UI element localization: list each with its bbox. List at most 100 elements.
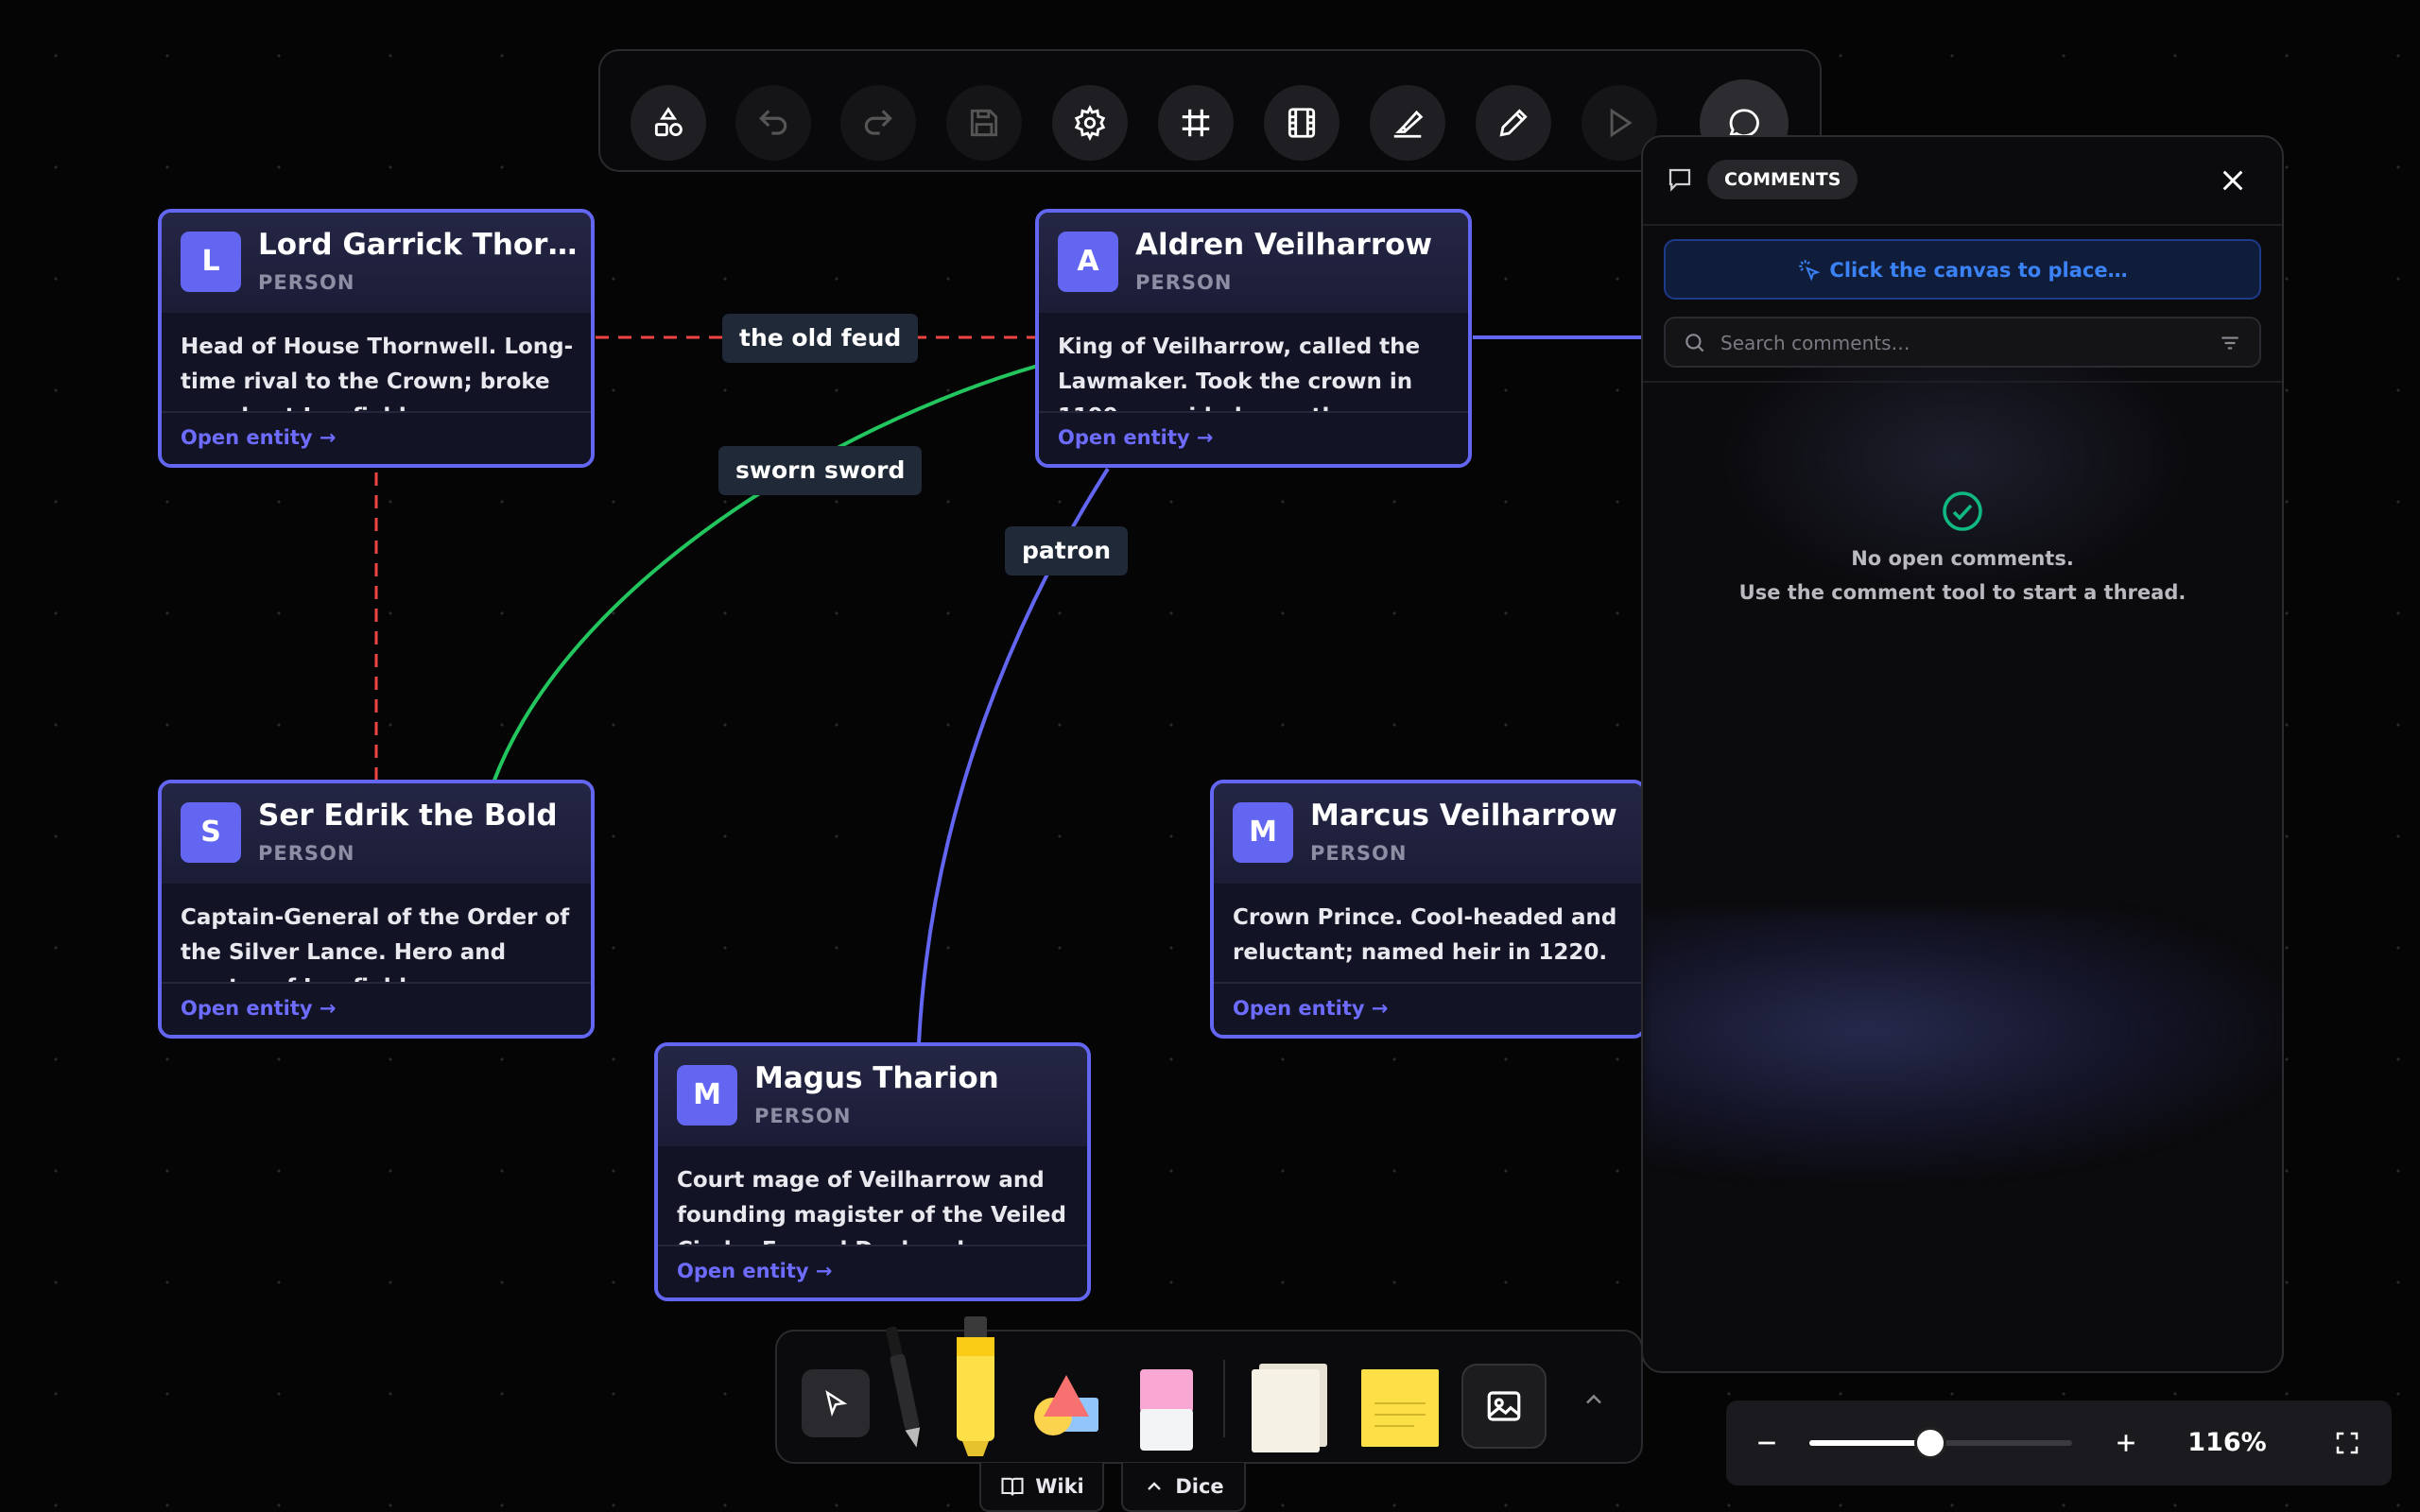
play-icon xyxy=(1610,108,1633,138)
save-button[interactable] xyxy=(946,85,1022,161)
cursor-arrow-icon xyxy=(825,1390,848,1417)
zoom-slider-handle[interactable] xyxy=(1914,1427,1947,1459)
comments-title: COMMENTS xyxy=(1707,160,1858,199)
highlighter-icon xyxy=(1393,110,1424,138)
edge-label-old-feud[interactable]: the old feud xyxy=(722,314,919,363)
bottom-toolbar xyxy=(775,1316,1643,1464)
card-header: L Lord Garrick Thorn… PERSON xyxy=(162,213,591,313)
entity-avatar: L xyxy=(181,232,241,292)
chevron-up-icon xyxy=(1148,1482,1162,1490)
entity-name: Lord Garrick Thorn… xyxy=(258,228,579,262)
select-tool-button[interactable] xyxy=(802,1369,870,1437)
entity-card-lord-garrick[interactable]: L Lord Garrick Thorn… PERSON Head of Hou… xyxy=(158,209,595,468)
film-tool-button[interactable] xyxy=(1264,85,1340,161)
undo-icon xyxy=(759,110,787,135)
open-entity-link[interactable]: Open entity → xyxy=(162,411,591,464)
entity-description: Court mage of Veilharrow and founding ma… xyxy=(677,1168,1066,1258)
frame-tool-button[interactable] xyxy=(1158,85,1234,161)
undo-button[interactable] xyxy=(735,85,811,161)
toolbar-divider xyxy=(1223,1360,1225,1437)
search-comments-input[interactable] xyxy=(1719,318,2195,368)
empty-state-title: No open comments. xyxy=(1851,547,2074,570)
zoom-controls: 116% xyxy=(1726,1400,2392,1486)
entity-type: PERSON xyxy=(754,1105,852,1127)
sticky-note-icon[interactable] xyxy=(1357,1366,1443,1451)
entity-card-magus-tharion[interactable]: M Magus Tharion PERSON Court mage of Vei… xyxy=(654,1042,1091,1301)
entity-type: PERSON xyxy=(258,271,355,294)
divider xyxy=(1643,381,2282,383)
place-comment-text: Click the canvas to place… xyxy=(1829,259,2128,282)
redo-button[interactable] xyxy=(840,85,916,161)
dice-tab[interactable]: Dice xyxy=(1121,1463,1246,1512)
film-icon xyxy=(1288,108,1316,138)
chevron-up-icon[interactable] xyxy=(1581,1386,1607,1413)
highlighter-tool-button[interactable] xyxy=(1370,85,1445,161)
image-upload-button[interactable] xyxy=(1461,1364,1547,1449)
entity-description: King of Veilharrow, called the Lawmaker.… xyxy=(1058,335,1421,424)
entity-card-aldren-veilharrow[interactable]: A Aldren Veilharrow PERSON King of Veilh… xyxy=(1035,209,1472,468)
pen-tool-icon[interactable] xyxy=(875,1316,932,1458)
zoom-level-label: 116% xyxy=(2187,1428,2267,1457)
close-icon[interactable] xyxy=(2218,165,2248,196)
shapes-icon xyxy=(654,107,683,137)
eraser-icon[interactable] xyxy=(1131,1366,1202,1456)
empty-state-hint: Use the comment tool to start a thread. xyxy=(1738,581,2187,604)
wiki-tab-label: Wiki xyxy=(1035,1475,1084,1498)
gear-icon xyxy=(1074,105,1106,141)
pencil-tool-button[interactable] xyxy=(1476,85,1551,161)
edge-label-patron[interactable]: patron xyxy=(1005,526,1129,576)
hash-grid-icon xyxy=(1182,109,1210,137)
cursor-click-icon xyxy=(1799,260,1821,282)
dice-tab-label: Dice xyxy=(1175,1475,1224,1498)
background-blur xyxy=(1643,912,2282,1177)
entity-avatar: A xyxy=(1058,232,1118,292)
wiki-tab[interactable]: Wiki xyxy=(979,1463,1104,1512)
redo-icon xyxy=(864,110,892,135)
open-entity-link[interactable]: Open entity → xyxy=(1214,982,1643,1035)
paper-sheet-icon[interactable] xyxy=(1246,1360,1333,1454)
comments-header: COMMENTS xyxy=(1643,137,2282,226)
entity-name: Marcus Veilharrow xyxy=(1310,799,1617,833)
zoom-out-icon[interactable] xyxy=(1753,1429,1781,1457)
book-icon xyxy=(1001,1477,1024,1496)
highlighter-marker-icon[interactable] xyxy=(943,1313,1010,1464)
settings-button[interactable] xyxy=(1052,85,1128,161)
entity-avatar: M xyxy=(1233,802,1293,863)
entity-type: PERSON xyxy=(1135,271,1233,294)
open-entity-link[interactable]: Open entity → xyxy=(1039,411,1468,464)
card-header: M Marcus Veilharrow PERSON xyxy=(1214,783,1643,884)
open-entity-link[interactable]: Open entity → xyxy=(658,1245,1087,1297)
search-icon xyxy=(1685,334,1704,352)
card-header: M Magus Tharion PERSON xyxy=(658,1046,1087,1146)
zoom-slider[interactable] xyxy=(1809,1427,2072,1459)
edge-label-sworn-sword[interactable]: sworn sword xyxy=(718,446,923,495)
entity-card-marcus-veilharrow[interactable]: M Marcus Veilharrow PERSON Crown Prince.… xyxy=(1210,780,1647,1039)
shapes-sticker-icon[interactable] xyxy=(1028,1369,1104,1445)
save-icon xyxy=(970,109,998,137)
comments-panel: COMMENTS Click the canvas to place… No o… xyxy=(1641,135,2284,1373)
shapes-tool-button[interactable] xyxy=(631,85,706,161)
entity-name: Magus Tharion xyxy=(754,1061,999,1095)
entity-type: PERSON xyxy=(1310,842,1408,865)
entity-description: Captain-General of the Order of the Silv… xyxy=(181,905,570,995)
check-circle-icon xyxy=(1943,491,1982,531)
fullscreen-icon[interactable] xyxy=(2333,1429,2361,1457)
entity-description: Crown Prince. Cool-headed and reluctant;… xyxy=(1233,905,1617,965)
entity-avatar: M xyxy=(677,1065,737,1125)
pencil-icon xyxy=(1499,109,1528,137)
comments-search xyxy=(1664,317,2261,368)
zoom-in-icon[interactable] xyxy=(2112,1429,2140,1457)
open-entity-link[interactable]: Open entity → xyxy=(162,982,591,1035)
comment-square-icon xyxy=(1668,168,1691,192)
filter-icon[interactable] xyxy=(2218,331,2242,355)
card-header: S Ser Edrik the Bold PERSON xyxy=(162,783,591,884)
card-header: A Aldren Veilharrow PERSON xyxy=(1039,213,1468,313)
entity-avatar: S xyxy=(181,802,241,863)
entity-name: Ser Edrik the Bold xyxy=(258,799,558,833)
entity-name: Aldren Veilharrow xyxy=(1135,228,1433,262)
top-toolbar xyxy=(598,49,1822,172)
place-comment-hint[interactable]: Click the canvas to place… xyxy=(1664,239,2261,300)
entity-card-ser-edrik[interactable]: S Ser Edrik the Bold PERSON Captain-Gene… xyxy=(158,780,595,1039)
entity-description: Head of House Thornwell. Long-time rival… xyxy=(181,335,574,424)
image-icon xyxy=(1487,1391,1521,1421)
